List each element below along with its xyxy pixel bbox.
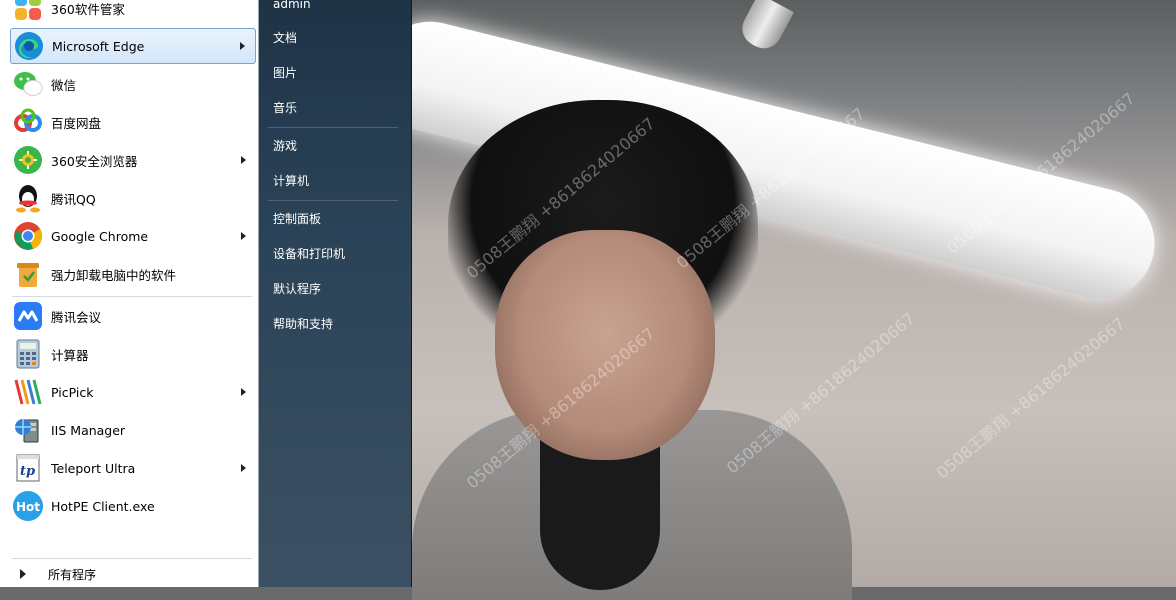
picpick-icon: [12, 376, 44, 408]
menu-separator: [12, 296, 252, 297]
place-label: admin: [273, 0, 311, 11]
place-documents[interactable]: 文档: [273, 25, 403, 49]
place-label: 图片: [273, 65, 298, 80]
places-separator: [268, 127, 398, 128]
user-folder-admin[interactable]: admin: [273, 0, 403, 16]
lamp-arm: [736, 0, 794, 55]
program-microsoft-edge[interactable]: Microsoft Edge: [10, 28, 256, 64]
program-label: 百度网盘: [51, 115, 102, 131]
program-hotpe-client[interactable]: Hot HotPE Client.exe: [10, 488, 256, 524]
all-programs-label: 所有程序: [48, 567, 97, 582]
360-browser-icon: [12, 144, 44, 176]
program-label: PicPick: [51, 384, 94, 400]
calculator-icon: [12, 338, 44, 370]
program-label: Teleport Ultra: [51, 460, 136, 476]
hotpe-icon-text: Hot: [16, 500, 40, 514]
program-label: 强力卸载电脑中的软件: [51, 267, 177, 283]
place-help-support[interactable]: 帮助和支持: [273, 311, 403, 335]
program-google-chrome[interactable]: Google Chrome: [10, 218, 256, 254]
teleport-icon-text: tp: [20, 464, 35, 479]
submenu-arrow-icon: [241, 464, 246, 472]
teleport-icon: tp: [12, 452, 44, 484]
place-devices-printers[interactable]: 设备和打印机: [273, 241, 403, 265]
program-picpick[interactable]: PicPick: [10, 374, 256, 410]
submenu-arrow-icon: [240, 42, 245, 50]
submenu-arrow-icon: [241, 388, 246, 396]
place-label: 游戏: [273, 138, 298, 153]
360-software-manager-icon: [12, 0, 44, 24]
program-label: Google Chrome: [51, 228, 149, 244]
place-computer[interactable]: 计算机: [273, 168, 403, 192]
place-control-panel[interactable]: 控制面板: [273, 206, 403, 230]
place-label: 默认程序: [273, 281, 322, 296]
program-label: 360软件管家: [51, 1, 125, 17]
program-calculator[interactable]: 计算器: [10, 336, 256, 372]
place-music[interactable]: 音乐: [273, 95, 403, 119]
tencent-meeting-icon: [12, 300, 44, 332]
uninstall-icon: [12, 258, 44, 290]
program-label: 腾讯会议: [51, 309, 102, 325]
program-label: 微信: [51, 77, 77, 93]
place-label: 设备和打印机: [273, 246, 346, 261]
program-tencent-meeting[interactable]: 腾讯会议: [10, 298, 256, 334]
hotpe-icon: Hot: [12, 490, 44, 522]
person-collar: [540, 440, 660, 590]
places-separator: [268, 200, 398, 201]
program-label: 腾讯QQ: [51, 191, 96, 207]
qq-icon: [12, 182, 44, 214]
edge-icon: [13, 30, 45, 62]
baidu-netdisk-icon: [12, 106, 44, 138]
place-pictures[interactable]: 图片: [273, 60, 403, 84]
place-label: 计算机: [273, 173, 310, 188]
place-label: 音乐: [273, 100, 298, 115]
program-uninstaller[interactable]: 强力卸载电脑中的软件: [10, 256, 256, 292]
program-360-software-manager[interactable]: 360软件管家: [10, 0, 256, 26]
submenu-arrow-icon: [241, 232, 246, 240]
program-baidu-netdisk[interactable]: 百度网盘: [10, 104, 256, 140]
program-label: 计算器: [51, 347, 89, 363]
program-wechat[interactable]: 微信: [10, 66, 256, 102]
menu-separator: [12, 558, 252, 559]
wechat-icon: [12, 68, 44, 100]
watermark: 0508王鹏翔 +8618624020667: [932, 313, 1129, 483]
submenu-arrow-icon: [241, 156, 246, 164]
place-default-programs[interactable]: 默认程序: [273, 276, 403, 300]
program-iis-manager[interactable]: IIS Manager: [10, 412, 256, 448]
program-label: Microsoft Edge: [52, 38, 145, 54]
watermark: 0508王鹏翔 +8618624020667: [722, 308, 919, 478]
program-360-browser[interactable]: 360安全浏览器: [10, 142, 256, 178]
chrome-icon: [12, 220, 44, 252]
place-label: 帮助和支持: [273, 316, 334, 331]
start-menu-programs: 360软件管家 Microsoft Edge 微信 百度网盘 360安全浏览器 …: [0, 0, 259, 587]
iis-manager-icon: [12, 414, 44, 446]
place-label: 控制面板: [273, 211, 322, 226]
program-teleport-ultra[interactable]: tp Teleport Ultra: [10, 450, 256, 486]
program-label: IIS Manager: [51, 422, 126, 438]
program-qq[interactable]: 腾讯QQ: [10, 180, 256, 216]
place-label: 文档: [273, 30, 298, 45]
place-games[interactable]: 游戏: [273, 133, 403, 157]
expand-arrow-icon: [20, 569, 26, 579]
program-label: 360安全浏览器: [51, 153, 138, 169]
all-programs-button[interactable]: 所有程序: [10, 562, 256, 586]
program-label: HotPE Client.exe: [51, 498, 155, 514]
